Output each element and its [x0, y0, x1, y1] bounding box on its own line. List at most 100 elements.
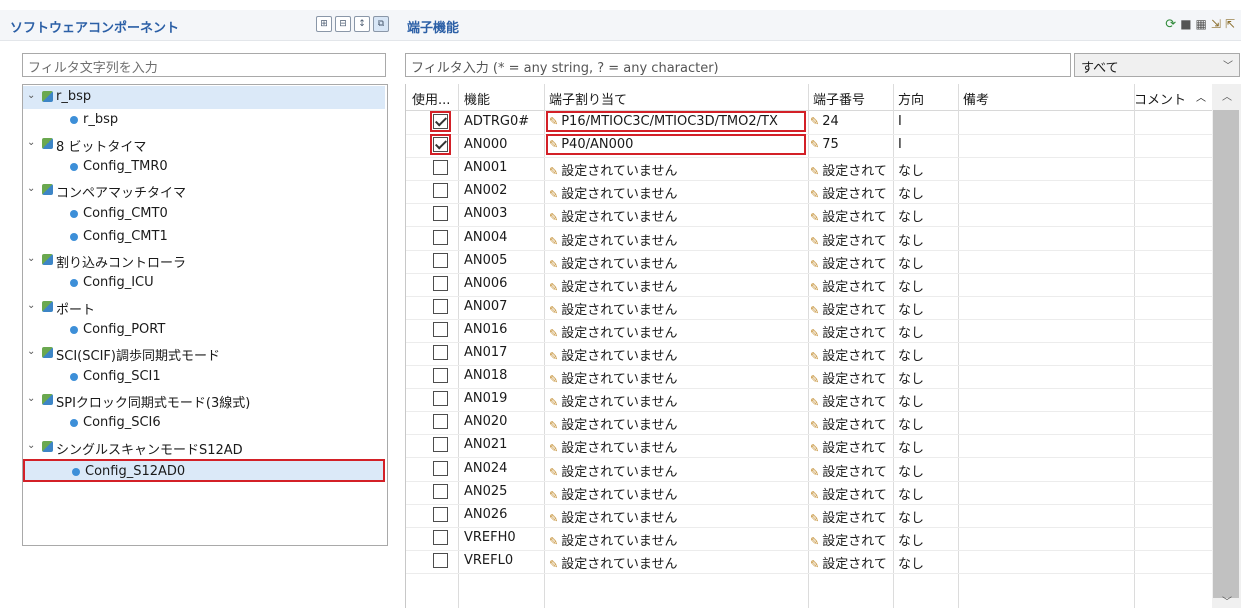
pin-number-cell[interactable]: ✎ 設定されて — [810, 206, 892, 225]
pin-number-cell[interactable]: ✎ 設定されて — [810, 253, 892, 272]
use-checkbox[interactable] — [433, 506, 448, 522]
pin-assignment-cell[interactable]: ✎ 設定されていません — [549, 160, 807, 179]
pin-assignment-cell[interactable]: ✎ 設定されていません — [549, 437, 807, 456]
use-checkbox[interactable] — [433, 437, 448, 453]
hierarchy-view-icon[interactable]: ⧉ — [373, 16, 389, 32]
pin-assignment-cell[interactable]: ✎ 設定されていません — [549, 553, 807, 572]
tree-config-item[interactable]: Config_TMR0 — [23, 156, 385, 179]
table-row[interactable]: AN006 ✎ 設定されていません ✎ 設定されて なし — [406, 273, 1212, 297]
table-row[interactable]: AN000 ✎ P40/AN000 ✎ 75 I — [406, 134, 1212, 159]
pin-assignment-cell[interactable]: ✎ 設定されていません — [549, 507, 807, 526]
tree-config-item[interactable]: Config_S12AD0 — [23, 458, 385, 482]
pin-assignment-cell[interactable]: ✎ 設定されていません — [549, 484, 807, 503]
scroll-down-icon[interactable]: ﹀ — [1222, 593, 1232, 608]
tree-config-item[interactable]: Config_ICU — [23, 272, 385, 295]
table-row[interactable]: AN019 ✎ 設定されていません ✎ 設定されて なし — [406, 388, 1212, 413]
pin-assignment-cell[interactable]: ✎ 設定されていません — [549, 276, 807, 295]
pin-number-cell[interactable]: ✎ 設定されて — [810, 461, 892, 480]
use-checkbox[interactable] — [433, 160, 448, 176]
scrollbar-thumb[interactable] — [1213, 110, 1239, 598]
component-filter-input[interactable]: フィルタ文字列を入力 — [22, 53, 386, 77]
tree-config-item[interactable]: r_bsp — [23, 109, 385, 132]
tree-config-item[interactable]: Config_PORT — [23, 319, 385, 342]
table-scrollbar[interactable]: ︿ ﹀ — [1212, 84, 1241, 608]
pin-assignment-cell[interactable]: ✎ 設定されていません — [549, 414, 807, 433]
tree-category[interactable]: ⌄ シングルスキャンモードS12AD — [23, 436, 385, 459]
tree-config-item[interactable]: Config_SCI1 — [23, 366, 385, 389]
tree-category[interactable]: ⌄ SPIクロック同期式モード(3線式) — [23, 389, 385, 412]
pin-assignment-cell[interactable]: ✎ 設定されていません — [549, 345, 807, 364]
expand-all-icon[interactable]: ⊞ — [316, 16, 332, 32]
pin-assignment-cell[interactable]: ✎ 設定されていません — [549, 253, 807, 272]
tree-config-item[interactable]: Config_SCI6 — [23, 412, 385, 435]
table-row[interactable]: AN017 ✎ 設定されていません ✎ 設定されて なし — [406, 342, 1212, 366]
use-checkbox[interactable] — [433, 206, 448, 222]
use-checkbox[interactable] — [433, 368, 448, 384]
pin-number-cell[interactable]: ✎ 設定されて — [810, 507, 892, 526]
pin-assignment-cell[interactable]: ✎ P16/MTIOC3C/MTIOC3D/TMO2/TX — [549, 114, 807, 129]
pin-number-cell[interactable]: ✎ 設定されて — [810, 299, 892, 318]
refresh-icon[interactable]: ⟳ — [1165, 17, 1176, 32]
tree-category[interactable]: ⌄ コンペアマッチタイマ — [23, 179, 385, 202]
use-checkbox[interactable] — [433, 321, 448, 337]
use-checkbox[interactable] — [433, 252, 448, 268]
pin-assignment-cell[interactable]: ✎ 設定されていません — [549, 299, 807, 318]
table-row[interactable]: AN001 ✎ 設定されていません ✎ 設定されて なし — [406, 157, 1212, 182]
use-checkbox[interactable] — [433, 183, 448, 199]
pin-number-cell[interactable]: ✎ 設定されて — [810, 345, 892, 364]
table-row[interactable]: AN003 ✎ 設定されていません ✎ 設定されて なし — [406, 203, 1212, 228]
pin-number-cell[interactable]: ✎ 設定されて — [810, 391, 892, 410]
table-row[interactable]: AN026 ✎ 設定されていません ✎ 設定されて なし — [406, 504, 1212, 528]
collapse-all-icon[interactable]: ⊟ — [335, 16, 351, 32]
chevron-down-icon[interactable]: ⌄ — [27, 137, 35, 148]
table-row[interactable]: AN005 ✎ 設定されていません ✎ 設定されて なし — [406, 250, 1212, 274]
chevron-down-icon[interactable]: ⌄ — [27, 300, 35, 311]
tree-config-item[interactable]: Config_CMT0 — [23, 203, 385, 226]
tree-category[interactable]: ⌄ ポート — [23, 296, 385, 319]
use-checkbox[interactable] — [433, 414, 448, 430]
save-layout-icon[interactable]: ■ — [1180, 17, 1191, 32]
table-row[interactable]: VREFH0 ✎ 設定されていません ✎ 設定されて なし — [406, 527, 1212, 551]
pin-assignment-cell[interactable]: ✎ 設定されていません — [549, 461, 807, 480]
use-checkbox[interactable] — [433, 391, 448, 407]
tree-category[interactable]: ⌄ 8 ビットタイマ — [23, 133, 385, 156]
use-checkbox[interactable] — [433, 345, 448, 360]
chevron-down-icon[interactable]: ⌄ — [27, 440, 35, 451]
import-icon[interactable]: ⇲ — [1211, 17, 1221, 32]
table-row[interactable]: AN024 ✎ 設定されていません ✎ 設定されて なし — [406, 458, 1212, 482]
use-checkbox[interactable] — [433, 529, 448, 545]
pin-number-cell[interactable]: ✎ 設定されて — [810, 230, 892, 249]
tree-category[interactable]: ⌄ SCI(SCIF)調歩同期式モード — [23, 342, 385, 365]
tree-category[interactable]: ⌄ r_bsp — [23, 86, 385, 109]
pin-number-cell[interactable]: ✎ 設定されて — [810, 322, 892, 341]
use-checkbox[interactable] — [433, 552, 448, 568]
tree-config-item[interactable]: Config_CMT1 — [23, 226, 385, 249]
pin-number-cell[interactable]: ✎ 75 — [810, 137, 892, 152]
chevron-down-icon[interactable]: ⌄ — [27, 253, 35, 264]
chevron-down-icon[interactable]: ⌄ — [27, 393, 35, 404]
pin-number-cell[interactable]: ✎ 24 — [810, 114, 892, 129]
column-header[interactable]: 端子割り当て — [549, 89, 627, 108]
tree-category[interactable]: ⌄ 割り込みコントローラ — [23, 249, 385, 272]
table-view-icon[interactable]: ▦ — [1196, 17, 1207, 32]
chevron-down-icon[interactable]: ⌄ — [27, 183, 35, 194]
pin-number-cell[interactable]: ✎ 設定されて — [810, 414, 892, 433]
pin-number-cell[interactable]: ✎ 設定されて — [810, 530, 892, 549]
pin-number-cell[interactable]: ✎ 設定されて — [810, 484, 892, 503]
table-row[interactable]: AN016 ✎ 設定されていません ✎ 設定されて なし — [406, 319, 1212, 343]
table-row[interactable]: VREFL0 ✎ 設定されていません ✎ 設定されて なし — [406, 550, 1212, 574]
column-header[interactable]: 方向 — [898, 89, 924, 108]
pin-number-cell[interactable]: ✎ 設定されて — [810, 553, 892, 572]
pin-assignment-cell[interactable]: ✎ 設定されていません — [549, 206, 807, 225]
pin-filter-combo[interactable]: すべて ﹀ — [1074, 53, 1240, 77]
chevron-down-icon[interactable]: ⌄ — [27, 90, 35, 101]
use-checkbox[interactable] — [433, 483, 448, 499]
table-row[interactable]: AN025 ✎ 設定されていません ✎ 設定されて なし — [406, 481, 1212, 505]
pin-number-cell[interactable]: ✎ 設定されて — [810, 437, 892, 456]
pin-number-cell[interactable]: ✎ 設定されて — [810, 368, 892, 387]
pin-number-cell[interactable]: ✎ 設定されて — [810, 160, 892, 179]
pin-assignment-cell[interactable]: ✎ 設定されていません — [549, 530, 807, 549]
table-row[interactable]: AN020 ✎ 設定されていません ✎ 設定されて なし — [406, 411, 1212, 436]
pin-number-cell[interactable]: ✎ 設定されて — [810, 276, 892, 295]
table-row[interactable]: AN002 ✎ 設定されていません ✎ 設定されて なし — [406, 180, 1212, 205]
